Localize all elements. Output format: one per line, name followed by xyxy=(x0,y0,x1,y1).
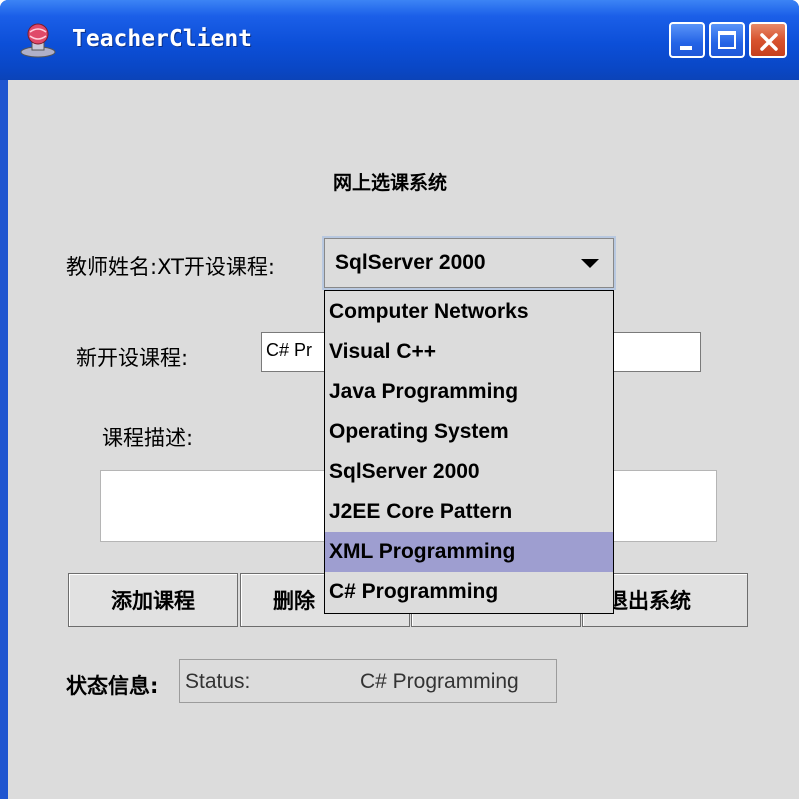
teacher-course-label: 教师姓名:XT开设课程: xyxy=(66,255,275,279)
list-item[interactable]: Computer Networks xyxy=(325,292,613,332)
description-label: 课程描述: xyxy=(102,426,194,450)
status-box: Status: C# Programming xyxy=(179,659,557,703)
app-globe-icon xyxy=(20,23,56,58)
close-icon xyxy=(760,33,778,51)
list-item[interactable]: J2EE Core Pattern xyxy=(325,492,613,532)
system-title: 网上选课系统 xyxy=(333,172,448,194)
combo-selected-value: SqlServer 2000 xyxy=(335,251,486,274)
course-dropdown-list[interactable]: Computer Networks Visual C++ Java Progra… xyxy=(324,290,614,614)
new-course-value: C# Pr xyxy=(266,340,313,360)
status-prefix: Status: xyxy=(185,670,251,693)
title-bar[interactable]: TeacherClient xyxy=(0,0,799,80)
list-item[interactable]: SqlServer 2000 xyxy=(325,452,613,492)
maximize-icon xyxy=(718,31,736,49)
exit-system-label: 退出系统 xyxy=(607,590,691,613)
list-item[interactable]: Visual C++ xyxy=(325,332,613,372)
list-item[interactable]: C# Programming xyxy=(325,572,613,612)
offered-course-combo[interactable]: SqlServer 2000 xyxy=(322,236,616,290)
status-label: 状态信息: xyxy=(66,674,159,698)
close-button[interactable] xyxy=(749,22,787,58)
list-item-selected[interactable]: XML Programming xyxy=(325,532,613,572)
list-item[interactable]: Java Programming xyxy=(325,372,613,412)
minimize-icon xyxy=(680,46,692,50)
add-course-label: 添加课程 xyxy=(111,590,195,613)
status-value: C# Programming xyxy=(360,670,519,693)
window-title: TeacherClient xyxy=(72,26,253,52)
list-item[interactable]: Operating System xyxy=(325,412,613,452)
maximize-button[interactable] xyxy=(709,22,745,58)
delete-course-label: 删除 xyxy=(273,590,315,613)
add-course-button[interactable]: 添加课程 xyxy=(68,573,238,627)
minimize-button[interactable] xyxy=(669,22,705,58)
new-course-label: 新开设课程: xyxy=(76,346,189,370)
chevron-down-icon[interactable] xyxy=(581,259,599,268)
